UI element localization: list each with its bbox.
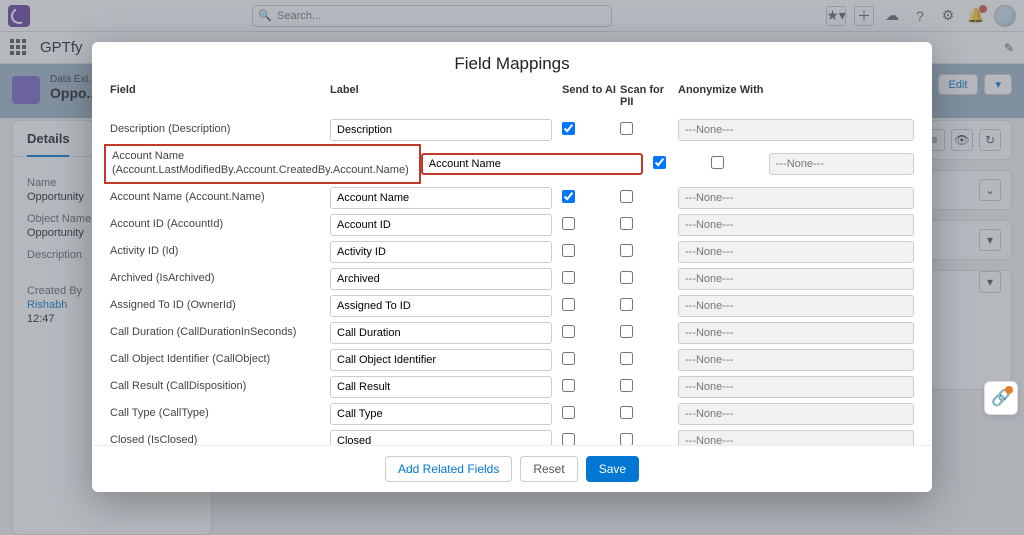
field-api-name: Description (Description) [110, 123, 330, 137]
send-to-ai-checkbox[interactable] [562, 433, 575, 445]
scan-pii-checkbox[interactable] [620, 298, 633, 311]
modal-title: Field Mappings [92, 42, 932, 84]
label-input[interactable] [330, 214, 552, 236]
anonymize-select[interactable] [678, 241, 914, 263]
label-input[interactable] [330, 322, 552, 344]
table-row: Account Name (Account.Name) [110, 185, 914, 212]
col-scan-header: Scan for PII [620, 84, 678, 108]
field-api-name: Call Duration (CallDurationInSeconds) [110, 326, 330, 340]
scan-pii-checkbox[interactable] [620, 352, 633, 365]
send-to-ai-checkbox[interactable] [562, 217, 575, 230]
scan-pii-checkbox[interactable] [620, 379, 633, 392]
table-row: Call Type (CallType) [110, 401, 914, 428]
anonymize-select[interactable] [769, 153, 914, 175]
help-widget-icon[interactable]: 🔗 [984, 381, 1018, 415]
field-api-name: Call Result (CallDisposition) [110, 380, 330, 394]
add-related-fields-button[interactable]: Add Related Fields [385, 456, 512, 482]
table-row: Archived (IsArchived) [110, 266, 914, 293]
table-header: Field Label Send to AI Scan for PII Anon… [92, 84, 932, 116]
send-to-ai-checkbox[interactable] [562, 325, 575, 338]
anonymize-select[interactable] [678, 119, 914, 141]
anonymize-select[interactable] [678, 376, 914, 398]
col-field-header: Field [110, 84, 330, 108]
label-input[interactable] [330, 349, 552, 371]
anonymize-select[interactable] [678, 430, 914, 445]
label-input[interactable] [330, 403, 552, 425]
field-api-name: Archived (IsArchived) [110, 272, 330, 286]
table-row: Call Result (CallDisposition) [110, 374, 914, 401]
scan-pii-checkbox[interactable] [711, 156, 724, 169]
send-to-ai-checkbox[interactable] [562, 244, 575, 257]
field-api-name: Call Type (CallType) [110, 407, 330, 421]
field-api-name: Call Object Identifier (CallObject) [110, 353, 330, 367]
col-anon-header: Anonymize With [678, 84, 914, 108]
anonymize-select[interactable] [678, 403, 914, 425]
field-api-name: Activity ID (Id) [110, 245, 330, 259]
label-input[interactable] [330, 241, 552, 263]
field-api-name: Assigned To ID (OwnerId) [110, 299, 330, 313]
label-input[interactable] [330, 119, 552, 141]
anonymize-select[interactable] [678, 322, 914, 344]
table-row: Description (Description) [110, 116, 914, 143]
send-to-ai-checkbox[interactable] [562, 406, 575, 419]
send-to-ai-checkbox[interactable] [562, 352, 575, 365]
send-to-ai-checkbox[interactable] [562, 298, 575, 311]
label-input[interactable] [330, 268, 552, 290]
send-to-ai-checkbox[interactable] [562, 379, 575, 392]
scan-pii-checkbox[interactable] [620, 325, 633, 338]
anonymize-select[interactable] [678, 268, 914, 290]
table-body: Description (Description) Account Name (A… [92, 116, 932, 445]
anonymize-select[interactable] [678, 187, 914, 209]
field-mappings-modal: Field Mappings Field Label Send to AI Sc… [92, 42, 932, 492]
table-row: Closed (IsClosed) [110, 428, 914, 446]
field-api-name: Closed (IsClosed) [110, 434, 330, 445]
send-to-ai-checkbox[interactable] [562, 190, 575, 203]
save-button[interactable]: Save [586, 456, 639, 482]
modal-backdrop: Field Mappings Field Label Send to AI Sc… [0, 0, 1024, 535]
table-row: Assigned To ID (OwnerId) [110, 293, 914, 320]
label-input[interactable] [330, 430, 552, 445]
anonymize-select[interactable] [678, 295, 914, 317]
modal-footer: Add Related Fields Reset Save [92, 445, 932, 492]
scan-pii-checkbox[interactable] [620, 217, 633, 230]
col-send-header: Send to AI [562, 84, 620, 108]
scan-pii-checkbox[interactable] [620, 406, 633, 419]
table-row: Call Object Identifier (CallObject) [110, 347, 914, 374]
scan-pii-checkbox[interactable] [620, 122, 633, 135]
label-input[interactable] [330, 187, 552, 209]
send-to-ai-checkbox[interactable] [562, 122, 575, 135]
send-to-ai-checkbox[interactable] [653, 156, 666, 169]
anonymize-select[interactable] [678, 214, 914, 236]
field-api-name: Account Name (Account.LastModifiedBy.Acc… [104, 144, 421, 184]
table-row: Account ID (AccountId) [110, 212, 914, 239]
field-api-name: Account Name (Account.Name) [110, 191, 330, 205]
field-api-name: Account ID (AccountId) [110, 218, 330, 232]
table-row: Account Name (Account.LastModifiedBy.Acc… [110, 143, 914, 185]
label-input[interactable] [421, 153, 643, 175]
scan-pii-checkbox[interactable] [620, 190, 633, 203]
table-row: Call Duration (CallDurationInSeconds) [110, 320, 914, 347]
scan-pii-checkbox[interactable] [620, 271, 633, 284]
label-input[interactable] [330, 376, 552, 398]
label-input[interactable] [330, 295, 552, 317]
scan-pii-checkbox[interactable] [620, 433, 633, 445]
anonymize-select[interactable] [678, 349, 914, 371]
scan-pii-checkbox[interactable] [620, 244, 633, 257]
table-row: Activity ID (Id) [110, 239, 914, 266]
reset-button[interactable]: Reset [520, 456, 577, 482]
send-to-ai-checkbox[interactable] [562, 271, 575, 284]
col-label-header: Label [330, 84, 562, 108]
